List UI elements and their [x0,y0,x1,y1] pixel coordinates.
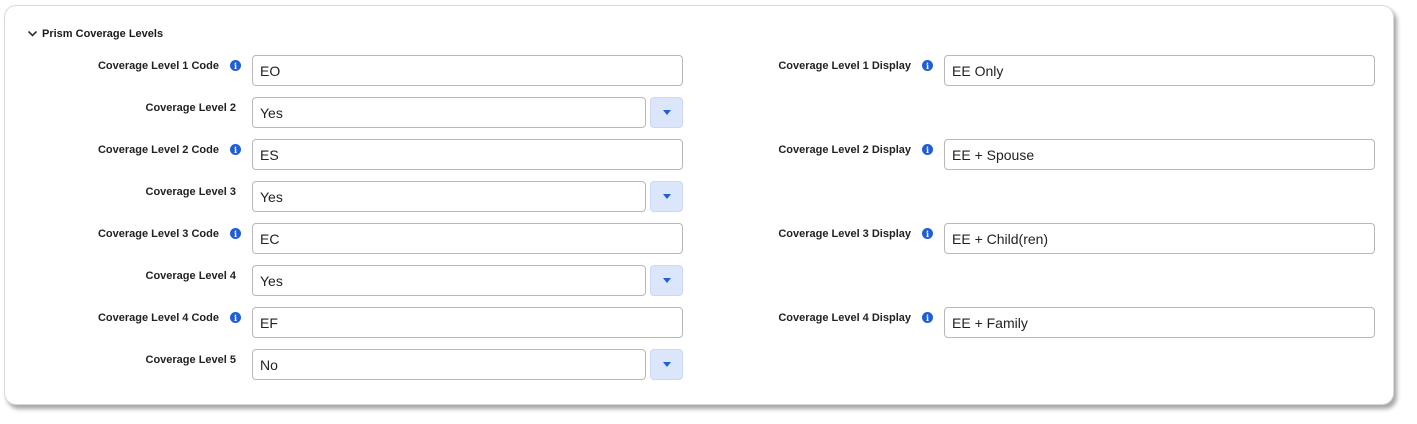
coverage-level-4-code-label: Coverage Level 4 Code [97,312,219,324]
info-icon[interactable]: i [922,144,933,155]
coverage-level-3-display-input[interactable] [944,223,1375,254]
info-icon[interactable]: i [922,228,933,239]
coverage-level-3-value: Yes [260,188,283,205]
coverage-level-2-label: Coverage Level 2 [145,102,237,114]
info-icon[interactable]: i [230,312,241,323]
caret-down-icon [662,278,671,283]
coverage-level-5-value: No [260,356,278,373]
section-title: Prism Coverage Levels [42,28,164,40]
coverage-level-2-code-input[interactable] [252,139,683,170]
coverage-level-2-select[interactable]: Yes [252,97,646,128]
coverage-level-1-display-input[interactable] [944,55,1375,86]
section-toggle[interactable]: Prism Coverage Levels [27,28,163,40]
coverage-level-1-display-label: Coverage Level 1 Display [778,60,911,72]
coverage-level-2-display-input[interactable] [944,139,1375,170]
caret-down-icon [662,110,671,115]
coverage-level-3-code-label: Coverage Level 3 Code [97,228,219,240]
coverage-level-4-label: Coverage Level 4 [145,270,237,282]
info-icon[interactable]: i [922,312,933,323]
coverage-level-3-code-input[interactable] [252,223,683,254]
coverage-level-3-display-label: Coverage Level 3 Display [778,228,911,240]
coverage-level-1-code-input[interactable] [252,55,683,86]
coverage-level-4-code-input[interactable] [252,307,683,338]
coverage-level-2-value: Yes [260,104,283,121]
coverage-level-3-label: Coverage Level 3 [145,186,237,198]
coverage-level-4-select[interactable]: Yes [252,265,646,296]
caret-down-icon [662,194,671,199]
prism-coverage-panel: Prism Coverage Levels Coverage Level 1 C… [4,5,1394,405]
chevron-down-icon [27,30,38,38]
coverage-level-2-dropdown-button[interactable] [650,97,683,128]
coverage-level-1-code-label: Coverage Level 1 Code [97,60,219,72]
info-icon[interactable]: i [230,60,241,71]
coverage-level-2-code-label: Coverage Level 2 Code [97,144,219,156]
coverage-level-5-label: Coverage Level 5 [145,354,237,366]
coverage-level-3-select[interactable]: Yes [252,181,646,212]
caret-down-icon [662,362,671,367]
coverage-level-5-select[interactable]: No [252,349,646,380]
coverage-level-4-display-input[interactable] [944,307,1375,338]
info-icon[interactable]: i [230,228,241,239]
coverage-level-4-value: Yes [260,272,283,289]
coverage-level-2-display-label: Coverage Level 2 Display [778,144,911,156]
info-icon[interactable]: i [922,60,933,71]
coverage-level-5-dropdown-button[interactable] [650,349,683,380]
coverage-level-4-display-label: Coverage Level 4 Display [778,312,911,324]
coverage-level-3-dropdown-button[interactable] [650,181,683,212]
info-icon[interactable]: i [230,144,241,155]
coverage-level-4-dropdown-button[interactable] [650,265,683,296]
